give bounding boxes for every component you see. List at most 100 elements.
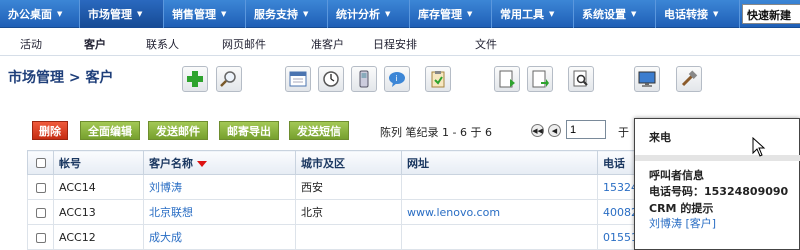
customer-name-link[interactable]: 北京联想 bbox=[143, 199, 296, 225]
import-button[interactable] bbox=[494, 66, 520, 92]
delete-button[interactable]: 删除 bbox=[32, 121, 68, 140]
tab-customers[interactable]: 客户 bbox=[84, 36, 106, 52]
chevron-down-icon: ▼ bbox=[385, 10, 391, 18]
customer-name-link[interactable]: 刘博涛 bbox=[143, 174, 296, 200]
add-button[interactable] bbox=[182, 66, 208, 92]
menu-sales[interactable]: 销售管理 ▼ bbox=[164, 0, 246, 28]
export-mail-button[interactable]: 邮寄导出 bbox=[219, 121, 279, 140]
tools-button[interactable] bbox=[676, 66, 702, 92]
chat-button[interactable]: i bbox=[384, 66, 410, 92]
caller-contact-link[interactable]: 刘博涛 [客户] bbox=[649, 215, 716, 231]
tab-contacts[interactable]: 联系人 bbox=[146, 36, 179, 52]
select-all-cell[interactable] bbox=[27, 150, 54, 175]
tab-activities[interactable]: 活动 bbox=[20, 36, 42, 52]
export-button[interactable] bbox=[527, 66, 553, 92]
city-cell: 北京 bbox=[295, 199, 402, 225]
menu-marketing[interactable]: 市场管理 ▼ bbox=[80, 0, 164, 28]
col-city[interactable]: 城市及区 bbox=[295, 150, 402, 175]
caller-info-heading: 呼叫者信息 bbox=[649, 169, 704, 182]
page-of-label: 于 bbox=[618, 126, 629, 139]
tab-leads[interactable]: 准客户 bbox=[311, 36, 344, 52]
row-checkbox[interactable] bbox=[35, 232, 46, 243]
menu-label: 统计分析 bbox=[336, 8, 380, 21]
menu-label: 电话转接 bbox=[664, 8, 708, 21]
clipboard-button[interactable] bbox=[425, 66, 451, 92]
caller-phone-number: 电话号码：15324809090 bbox=[649, 185, 789, 198]
phone-icon bbox=[359, 70, 369, 88]
chevron-down-icon: ▼ bbox=[303, 10, 309, 18]
menu-inventory[interactable]: 库存管理 ▼ bbox=[410, 0, 492, 28]
chevron-down-icon: ▼ bbox=[57, 10, 63, 18]
find-duplicates-button[interactable] bbox=[568, 66, 594, 92]
account-cell: ACC13 bbox=[53, 199, 144, 225]
record-count: 陈列 笔纪录 1 - 6 于 6 bbox=[380, 126, 492, 139]
page-title: 市场管理 > 客户 bbox=[8, 70, 114, 86]
incoming-call-popup[interactable]: 来电 呼叫者信息 电话号码：15324809090 CRM 的提示 刘博涛 [客… bbox=[634, 118, 800, 250]
menu-label: 服务支持 bbox=[254, 8, 298, 21]
tab-webmail[interactable]: 网页邮件 bbox=[222, 36, 266, 52]
menu-label: 库存管理 bbox=[418, 8, 462, 21]
row-checkbox[interactable] bbox=[35, 182, 46, 193]
row-select-cell[interactable] bbox=[27, 174, 54, 200]
chevron-down-icon: ▼ bbox=[137, 10, 143, 18]
col-website-label: 网址 bbox=[407, 156, 429, 170]
calendar-button[interactable] bbox=[285, 66, 311, 92]
monitor-button[interactable] bbox=[634, 66, 660, 92]
edit-all-button[interactable]: 全面编辑 bbox=[80, 121, 140, 140]
export-icon bbox=[532, 70, 549, 88]
city-cell: 西安 bbox=[295, 174, 402, 200]
menu-label: 销售管理 bbox=[172, 8, 216, 21]
search-button[interactable] bbox=[216, 66, 242, 92]
chevron-down-icon: ▼ bbox=[221, 10, 227, 18]
account-cell: ACC14 bbox=[53, 174, 144, 200]
search-icon bbox=[220, 71, 236, 87]
clock-icon bbox=[323, 71, 339, 87]
website-link[interactable] bbox=[401, 224, 598, 250]
import-icon bbox=[499, 70, 515, 88]
menu-statistics[interactable]: 统计分析 ▼ bbox=[328, 0, 410, 28]
col-phone-label: 电话 bbox=[603, 156, 625, 170]
send-sms-button[interactable]: 发送短信 bbox=[289, 121, 349, 140]
chevron-down-icon: ▼ bbox=[631, 10, 637, 18]
first-page-icon[interactable]: ◀◀ bbox=[531, 124, 544, 137]
col-account-label: 帐号 bbox=[59, 156, 81, 170]
menu-label: 市场管理 bbox=[88, 8, 132, 21]
city-cell bbox=[295, 224, 402, 250]
menu-label: 系统设置 bbox=[582, 8, 626, 21]
calendar-icon bbox=[289, 71, 307, 87]
add-icon bbox=[187, 71, 203, 87]
popup-title: 来电 bbox=[649, 131, 671, 144]
select-all-checkbox[interactable] bbox=[35, 158, 46, 168]
chevron-down-icon: ▼ bbox=[713, 10, 719, 18]
row-select-cell[interactable] bbox=[27, 199, 54, 225]
clock-button[interactable] bbox=[318, 66, 344, 92]
col-website[interactable]: 网址 bbox=[401, 150, 598, 175]
quick-create-box[interactable]: 快速新建 bbox=[742, 4, 800, 24]
menu-label: 常用工具 bbox=[500, 8, 544, 21]
col-account[interactable]: 帐号 bbox=[53, 150, 144, 175]
menu-tools[interactable]: 常用工具 ▼ bbox=[492, 0, 574, 28]
row-select-cell[interactable] bbox=[27, 224, 54, 250]
chevron-down-icon: ▼ bbox=[467, 10, 473, 18]
mouse-cursor-icon bbox=[752, 137, 766, 157]
phone-button[interactable] bbox=[351, 66, 377, 92]
sub-tabs: 活动 客户 联系人 网页邮件 准客户 日程安排 文件 bbox=[0, 29, 800, 56]
menu-service[interactable]: 服务支持 ▼ bbox=[246, 0, 328, 28]
tab-calendar[interactable]: 日程安排 bbox=[373, 36, 417, 52]
menu-call-transfer[interactable]: 电话转接 ▼ bbox=[656, 0, 740, 28]
menu-settings[interactable]: 系统设置 ▼ bbox=[574, 0, 656, 28]
menu-office-desktop[interactable]: 办公桌面 ▼ bbox=[0, 0, 80, 28]
sort-desc-icon bbox=[197, 160, 207, 167]
customer-name-link[interactable]: 成大成 bbox=[143, 224, 296, 250]
website-link[interactable]: www.lenovo.com bbox=[401, 199, 598, 225]
top-menu-bar: 办公桌面 ▼ 市场管理 ▼ 销售管理 ▼ 服务支持 ▼ 统计分析 ▼ 库存管理 ▼ 常用工具… bbox=[0, 0, 800, 28]
prev-page-icon[interactable]: ◀ bbox=[548, 124, 561, 137]
page-number-input[interactable] bbox=[566, 120, 606, 139]
send-email-button[interactable]: 发送邮件 bbox=[148, 121, 208, 140]
clipboard-icon bbox=[431, 71, 445, 88]
row-checkbox[interactable] bbox=[35, 207, 46, 218]
website-link[interactable] bbox=[401, 174, 598, 200]
chevron-down-icon: ▼ bbox=[549, 10, 555, 18]
col-customer-name[interactable]: 客户名称 bbox=[143, 150, 296, 175]
tab-files[interactable]: 文件 bbox=[475, 36, 497, 52]
